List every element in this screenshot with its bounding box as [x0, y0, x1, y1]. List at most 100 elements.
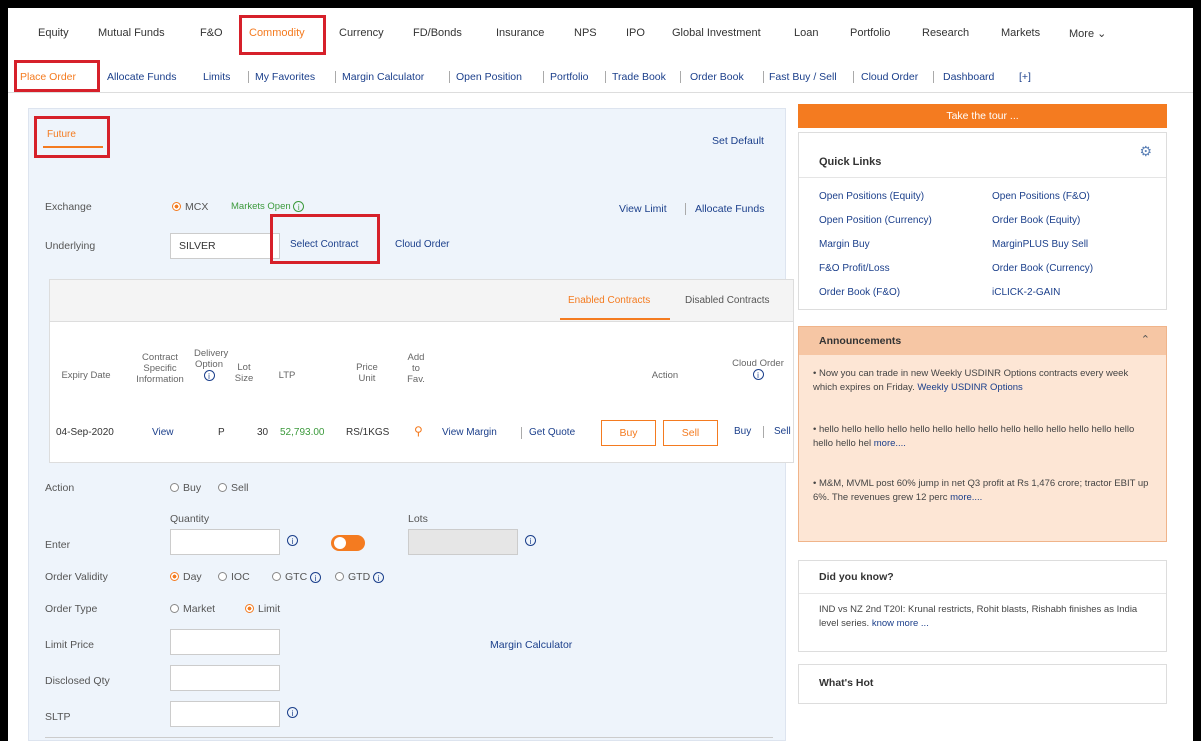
topnav-loan[interactable]: Loan [794, 27, 818, 39]
topnav-commodity[interactable]: Commodity [249, 27, 305, 39]
subnav-margin-calculator[interactable]: Margin Calculator [342, 71, 424, 83]
allocate-funds-link[interactable]: Allocate Funds [695, 203, 764, 215]
announcement-link[interactable]: Weekly USDINR Options [917, 382, 1022, 393]
cloud-order-link[interactable]: Cloud Order [395, 239, 449, 250]
validity-day-radio[interactable]: Day [170, 571, 202, 583]
quick-link[interactable]: MarginPLUS Buy Sell [992, 239, 1088, 250]
cloud-buy-link[interactable]: Buy [734, 426, 751, 437]
radio-icon [172, 202, 181, 211]
tab-future[interactable]: Future [47, 129, 76, 140]
quick-link[interactable]: Open Positions (F&O) [992, 191, 1090, 202]
topnav-mutual-funds[interactable]: Mutual Funds [98, 27, 165, 39]
subnav-dashboard[interactable]: Dashboard [943, 71, 994, 83]
announcement-link[interactable]: more.... [874, 438, 906, 449]
did-you-know-title: Did you know? [819, 571, 894, 583]
subnav-cloud-order[interactable]: Cloud Order [861, 71, 918, 83]
validity-gtd-radio[interactable]: GTD i [335, 571, 385, 583]
subnav-trade-book[interactable]: Trade Book [612, 71, 666, 83]
type-limit-radio[interactable]: Limit [245, 603, 280, 615]
col-ltp: LTP [278, 370, 296, 381]
col-lot-size: Lot Size [234, 362, 254, 384]
underlying-input[interactable]: SILVER [170, 233, 280, 259]
tab-disabled-contracts[interactable]: Disabled Contracts [685, 295, 769, 306]
row-view-link[interactable]: View [152, 427, 174, 438]
subnav-portfolio[interactable]: Portfolio [550, 71, 589, 83]
view-margin-link[interactable]: View Margin [442, 427, 497, 438]
info-icon[interactable]: i [287, 707, 298, 718]
action-sell-radio[interactable]: Sell [218, 482, 249, 494]
take-tour-button[interactable]: Take the tour ... [798, 104, 1167, 128]
topnav-equity[interactable]: Equity [38, 27, 69, 39]
sltp-input[interactable] [170, 701, 280, 727]
row-sell-button[interactable]: Sell [663, 420, 718, 446]
validity-gtc-radio[interactable]: GTC i [272, 571, 322, 583]
quick-link[interactable]: Margin Buy [819, 239, 870, 250]
divider [853, 71, 854, 83]
cloud-sell-link[interactable]: Sell [774, 426, 791, 437]
select-contract-link[interactable]: Select Contract [290, 239, 358, 250]
announcement-item: • M&M, MVML post 60% jump in net Q3 prof… [813, 478, 1149, 503]
subnav-fast-buy-sell[interactable]: Fast Buy / Sell [769, 71, 837, 83]
info-icon[interactable]: i [525, 535, 536, 546]
chevron-down-icon: ⌄ [1097, 28, 1107, 40]
gear-icon[interactable]: ⚙ [1139, 143, 1152, 160]
quick-link[interactable]: Order Book (Currency) [992, 263, 1093, 274]
info-icon[interactable]: i [293, 201, 305, 212]
info-icon[interactable]: i [287, 535, 298, 546]
subnav-order-book[interactable]: Order Book [690, 71, 744, 83]
quick-link[interactable]: Open Position (Currency) [819, 215, 932, 226]
sub-nav: Place Order Allocate Funds Limits My Fav… [8, 58, 1193, 93]
limit-price-input[interactable] [170, 629, 280, 655]
quick-link[interactable]: iCLICK-2-GAIN [992, 287, 1060, 298]
topnav-more[interactable]: More ⌄ [1069, 27, 1106, 40]
validity-ioc-radio[interactable]: IOC [218, 571, 250, 583]
quantity-lots-toggle[interactable] [331, 535, 365, 551]
subnav-add-tab[interactable]: [+] [1019, 71, 1031, 83]
view-limit-link[interactable]: View Limit [619, 203, 667, 215]
info-icon[interactable]: i [752, 369, 764, 380]
topnav-insurance[interactable]: Insurance [496, 27, 544, 39]
announcement-link[interactable]: more.... [950, 492, 982, 503]
get-quote-link[interactable]: Get Quote [529, 427, 575, 438]
topnav-currency[interactable]: Currency [339, 27, 384, 39]
exchange-radio[interactable]: MCX [172, 201, 208, 213]
know-more-link[interactable]: know more ... [872, 618, 929, 629]
info-icon[interactable]: i [310, 572, 322, 583]
topnav-research[interactable]: Research [922, 27, 969, 39]
subnav-place-order[interactable]: Place Order [20, 71, 76, 83]
info-icon[interactable]: i [203, 370, 215, 381]
divider [799, 593, 1166, 594]
info-icon[interactable]: i [373, 572, 385, 583]
action-buy-radio[interactable]: Buy [170, 482, 201, 494]
quick-link[interactable]: Order Book (Equity) [992, 215, 1080, 226]
quick-link[interactable]: Order Book (F&O) [819, 287, 900, 298]
topnav-fno[interactable]: F&O [200, 27, 223, 39]
subnav-open-position[interactable]: Open Position [456, 71, 522, 83]
topnav-fd-bonds[interactable]: FD/Bonds [413, 27, 462, 39]
margin-calculator-link[interactable]: Margin Calculator [490, 639, 572, 651]
quantity-input[interactable] [170, 529, 280, 555]
topnav-global-investment[interactable]: Global Investment [672, 27, 761, 39]
subnav-limits[interactable]: Limits [203, 71, 230, 83]
quick-link[interactable]: Open Positions (Equity) [819, 191, 924, 202]
disclosed-qty-input[interactable] [170, 665, 280, 691]
announcements-header[interactable]: Announcements ⌃ [799, 327, 1166, 355]
favorite-icon[interactable]: ⚲ [414, 424, 423, 438]
divider [763, 426, 764, 438]
topnav-portfolio[interactable]: Portfolio [850, 27, 890, 39]
row-expiry: 04-Sep-2020 [56, 427, 114, 438]
set-default-link[interactable]: Set Default [712, 135, 764, 147]
row-buy-button[interactable]: Buy [601, 420, 656, 446]
announcement-item: • Now you can trade in new Weekly USDINR… [813, 368, 1129, 393]
topnav-ipo[interactable]: IPO [626, 27, 645, 39]
row-ltp: 52,793.00 [280, 427, 325, 438]
chevron-up-icon[interactable]: ⌃ [1141, 333, 1150, 346]
subnav-my-favorites[interactable]: My Favorites [255, 71, 315, 83]
quick-link[interactable]: F&O Profit/Loss [819, 263, 890, 274]
action-buy-text: Buy [183, 482, 202, 494]
subnav-allocate-funds[interactable]: Allocate Funds [107, 71, 176, 83]
topnav-nps[interactable]: NPS [574, 27, 597, 39]
topnav-markets[interactable]: Markets [1001, 27, 1040, 39]
type-market-radio[interactable]: Market [170, 603, 215, 615]
tab-enabled-contracts[interactable]: Enabled Contracts [568, 295, 650, 306]
